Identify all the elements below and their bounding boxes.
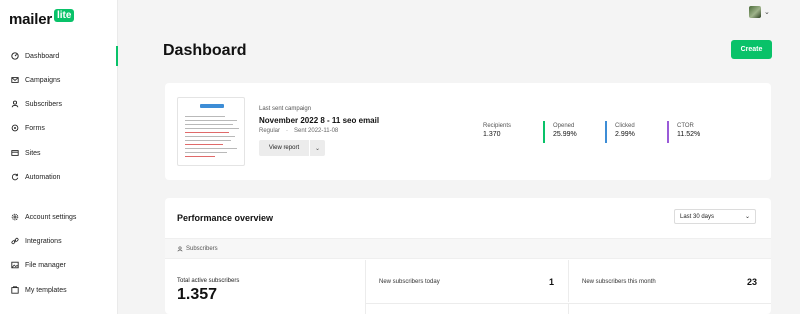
- sidebar-item-automation[interactable]: Automation: [10, 170, 60, 184]
- stat-opened: Opened 25.99%: [543, 121, 577, 143]
- campaign-thumbnail[interactable]: [177, 97, 245, 166]
- campaign-meta: Regular · Sent 2022-11-08: [259, 128, 338, 134]
- new-subscribers-today: New subscribers today 1: [366, 260, 569, 302]
- section-label-text: Subscribers: [186, 246, 218, 252]
- chevron-down-icon: ⌄: [744, 214, 750, 220]
- sidebar-item-label: Automation: [25, 173, 61, 181]
- new-subscribers-this-month: New subscribers this month 23: [569, 260, 771, 302]
- stat-label: Clicked: [615, 123, 635, 129]
- gear-icon: [10, 212, 20, 222]
- logo-badge: lite: [54, 9, 75, 22]
- thumbnail-line: [185, 156, 215, 157]
- stat-value: 11.52%: [677, 131, 701, 138]
- thumbnail-line: [185, 132, 229, 133]
- sidebar-item-label: Subscribers: [25, 100, 62, 108]
- subscribers-section-label: Subscribers: [177, 246, 218, 252]
- templates-icon: [10, 285, 20, 295]
- user-icon: [177, 246, 183, 252]
- stat-value: 1.370: [483, 131, 501, 138]
- image-icon: [10, 260, 20, 270]
- active-indicator: [116, 46, 118, 66]
- thumbnail-line: [185, 144, 223, 145]
- avatar[interactable]: [749, 6, 761, 18]
- metric-label: Total active subscribers: [177, 278, 240, 284]
- automation-icon: [10, 172, 20, 182]
- thumbnail-line: [185, 136, 235, 137]
- mailerlite-logo[interactable]: mailer lite: [9, 9, 75, 29]
- sidebar-item-label: Dashboard: [25, 52, 60, 60]
- campaign-sent-date: Sent 2022-11-08: [294, 128, 339, 134]
- stat-label: Opened: [553, 123, 575, 129]
- sidebar-item-label: Campaigns: [25, 76, 61, 84]
- thumbnail-line: [185, 128, 239, 129]
- sidebar-item-label: Sites: [25, 149, 41, 157]
- last-campaign-card: Last sent campaign November 2022 8 - 11 …: [165, 83, 771, 180]
- dashboard-icon: [10, 51, 20, 61]
- create-button[interactable]: Create: [731, 40, 772, 59]
- forms-icon: [10, 123, 20, 133]
- sidebar-item-label: File manager: [25, 261, 66, 269]
- metric-value: 1: [548, 277, 554, 287]
- stat-ctor: CTOR 11.52%: [667, 121, 700, 143]
- logo-text: mailer: [9, 11, 52, 28]
- sidebar-item-subscribers[interactable]: Subscribers: [10, 97, 62, 111]
- sidebar: mailer lite Dashboard Campaigns Subscrib…: [0, 0, 118, 314]
- view-report-button[interactable]: View report: [259, 140, 309, 156]
- stat-clicked: Clicked 2.99%: [605, 121, 635, 143]
- mail-icon: [10, 75, 20, 85]
- link-icon: [10, 236, 20, 246]
- sidebar-item-account-settings[interactable]: Account settings: [10, 210, 76, 224]
- sidebar-item-label: My templates: [25, 286, 67, 294]
- sidebar-item-label: Integrations: [25, 237, 62, 245]
- metric-value: 23: [746, 277, 757, 287]
- thumbnail-line: [185, 120, 237, 121]
- thumbnail-line: [185, 124, 233, 125]
- stat-label: CTOR: [677, 123, 694, 129]
- performance-card: Performance overview Last 30 days ⌄ Subs…: [165, 198, 771, 314]
- thumbnail-logo: [200, 104, 224, 108]
- sidebar-item-file-manager[interactable]: File manager: [10, 258, 66, 272]
- date-range-value: Last 30 days: [680, 213, 715, 220]
- stat-value: 2.99%: [615, 131, 635, 138]
- performance-title: Performance overview: [177, 213, 274, 223]
- sidebar-item-integrations[interactable]: Integrations: [10, 234, 62, 248]
- thumbnail-line: [185, 148, 237, 149]
- sidebar-item-campaigns[interactable]: Campaigns: [10, 73, 60, 87]
- campaign-name[interactable]: November 2022 8 - 11 seo email: [259, 116, 379, 125]
- metric-value: 1.357: [177, 286, 218, 303]
- total-active-subscribers: Total active subscribers 1.357: [165, 260, 366, 314]
- sidebar-item-my-templates[interactable]: My templates: [10, 283, 67, 297]
- stat-recipients: Recipients 1.370: [475, 121, 511, 143]
- sidebar-item-forms[interactable]: Forms: [10, 121, 45, 135]
- page-title: Dashboard: [163, 42, 247, 59]
- subscribers-section-header: Subscribers: [165, 238, 771, 259]
- sidebar-item-label: Account settings: [25, 213, 77, 221]
- metric-label: New subscribers this month: [582, 279, 656, 285]
- metric-label: New subscribers today: [379, 279, 440, 285]
- sites-icon: [10, 148, 20, 158]
- chevron-down-icon: ⌄: [314, 145, 321, 152]
- last-sent-label: Last sent campaign: [259, 106, 312, 112]
- view-report-dropdown[interactable]: ⌄: [310, 140, 325, 156]
- thumbnail-line: [185, 152, 227, 153]
- sidebar-item-dashboard[interactable]: Dashboard: [10, 49, 59, 63]
- thumbnail-line: [185, 140, 231, 141]
- sidebar-item-sites[interactable]: Sites: [10, 146, 41, 160]
- metric-cell: [569, 303, 771, 314]
- date-range-select[interactable]: Last 30 days ⌄: [674, 209, 756, 224]
- metric-cell: [366, 303, 569, 314]
- user-icon: [10, 99, 20, 109]
- stat-value: 25.99%: [553, 131, 577, 138]
- thumbnail-line: [185, 116, 225, 117]
- chevron-down-icon[interactable]: ⌄: [764, 8, 770, 16]
- campaign-type: Regular: [259, 128, 281, 134]
- meta-separator: ·: [286, 128, 289, 134]
- sidebar-item-label: Forms: [25, 124, 45, 132]
- stat-label: Recipients: [483, 123, 512, 129]
